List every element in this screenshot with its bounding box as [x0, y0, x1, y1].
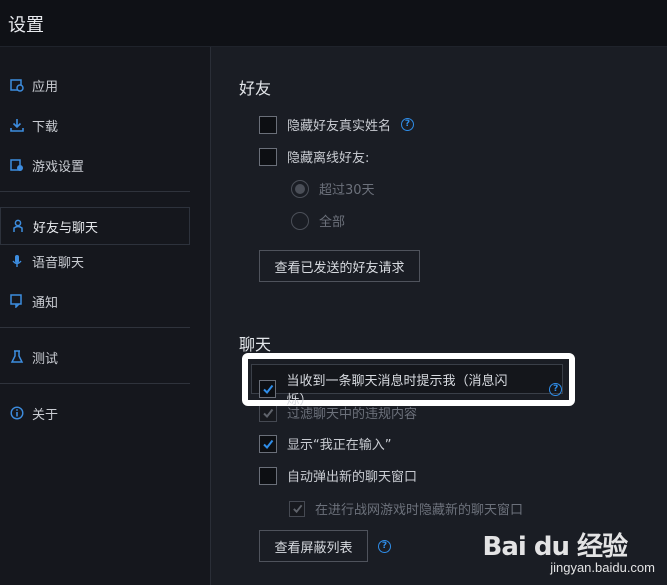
help-icon[interactable]: ?	[549, 382, 562, 396]
sidebar-item-label: 通知	[32, 295, 59, 311]
baidu-watermark: Bai du 经验 jingyan.baidu.com	[482, 526, 656, 575]
game-settings-icon	[10, 158, 24, 172]
window-title: 设置	[8, 15, 44, 36]
sidebar-item-game-settings[interactable]: 游戏设置	[0, 146, 190, 184]
radio-30days-label: 超过30天	[319, 183, 375, 198]
radio-all-label: 全部	[319, 215, 346, 230]
friend-icon	[11, 219, 25, 233]
notify-flash-checkbox[interactable]	[259, 380, 277, 398]
notify-flash-row: 当收到一条聊天消息时提示我（消息闪烁） ?	[259, 370, 562, 408]
sidebar-item-test[interactable]: 测试	[0, 338, 190, 376]
flask-icon	[10, 350, 24, 364]
hide-real-name-label: 隐藏好友真实姓名	[287, 119, 392, 134]
sidebar-item-download[interactable]: 下载	[0, 106, 190, 144]
app-icon	[10, 78, 24, 92]
section-heading-chat: 聊天	[239, 335, 272, 354]
hide-real-name-option: 隐藏好友真实姓名 ?	[259, 115, 415, 134]
sidebar-item-apps[interactable]: 应用	[0, 66, 190, 104]
sidebar-divider	[0, 327, 190, 328]
sidebar-item-label: 关于	[32, 407, 59, 423]
notification-icon	[10, 294, 24, 309]
sidebar-divider	[0, 383, 190, 384]
title-bar: 设置	[0, 0, 667, 47]
help-icon[interactable]: ?	[401, 118, 415, 131]
sidebar-item-label: 下载	[32, 119, 59, 135]
sidebar-item-label: 语音聊天	[32, 255, 85, 271]
watermark-url: jingyan.baidu.com	[550, 560, 655, 575]
block-list-row: 查看屏蔽列表 ?	[259, 530, 391, 562]
sidebar-item-about[interactable]: 关于	[0, 394, 190, 432]
hide-offline-option: 隐藏离线好友:	[259, 147, 369, 166]
offline-option-30days: 超过30天	[291, 179, 375, 198]
radio-30days[interactable]	[291, 179, 309, 198]
notify-flash-option: 当收到一条聊天消息时提示我（消息闪烁） ?	[251, 364, 563, 408]
show-typing-option: 显示“我正在输入”	[259, 434, 391, 453]
section-heading-friends: 好友	[239, 79, 272, 98]
radio-all[interactable]	[291, 211, 309, 230]
auto-popup-label: 自动弹出新的聊天窗口	[287, 470, 418, 485]
show-typing-checkbox[interactable]	[259, 434, 277, 453]
hide-offline-checkbox[interactable]	[259, 147, 277, 166]
settings-sidebar: 应用 下载 游戏设置 好友与聊天 语音聊天 通知 测试 关于	[0, 47, 211, 585]
hide-in-game-option: 在进行战网游戏时隐藏新的聊天窗口	[289, 499, 523, 518]
offline-option-all: 全部	[291, 211, 345, 230]
sidebar-item-label: 测试	[32, 351, 59, 367]
hide-in-game-checkbox[interactable]	[289, 500, 305, 517]
auto-popup-checkbox[interactable]	[259, 466, 277, 485]
settings-content: 好友 隐藏好友真实姓名 ? 隐藏离线好友: 超过30天 全部 查看已发送的好友请…	[211, 47, 667, 585]
view-sent-requests-button[interactable]: 查看已发送的好友请求	[259, 250, 420, 282]
auto-popup-option: 自动弹出新的聊天窗口	[259, 466, 417, 485]
watermark-logo: Bai du 经验	[482, 532, 628, 562]
sidebar-item-label: 应用	[32, 79, 59, 95]
download-icon	[10, 118, 24, 132]
hide-real-name-checkbox[interactable]	[259, 115, 277, 134]
sidebar-divider	[0, 191, 190, 192]
sidebar-item-label: 好友与聊天	[33, 220, 99, 236]
show-typing-label: 显示“我正在输入”	[287, 438, 392, 453]
microphone-icon	[10, 254, 24, 268]
sidebar-item-notifications[interactable]: 通知	[0, 282, 190, 320]
info-icon	[10, 406, 24, 420]
notify-flash-label: 当收到一条聊天消息时提示我（消息闪烁）	[286, 374, 508, 408]
view-block-list-button[interactable]: 查看屏蔽列表	[259, 530, 368, 562]
hide-in-game-label: 在进行战网游戏时隐藏新的聊天窗口	[315, 503, 524, 518]
sidebar-item-label: 游戏设置	[32, 159, 85, 175]
sidebar-item-voice-chat[interactable]: 语音聊天	[0, 242, 190, 280]
help-icon[interactable]: ?	[378, 539, 391, 553]
hide-offline-label: 隐藏离线好友:	[287, 151, 370, 166]
sidebar-item-friends-chat[interactable]: 好友与聊天	[0, 207, 190, 245]
